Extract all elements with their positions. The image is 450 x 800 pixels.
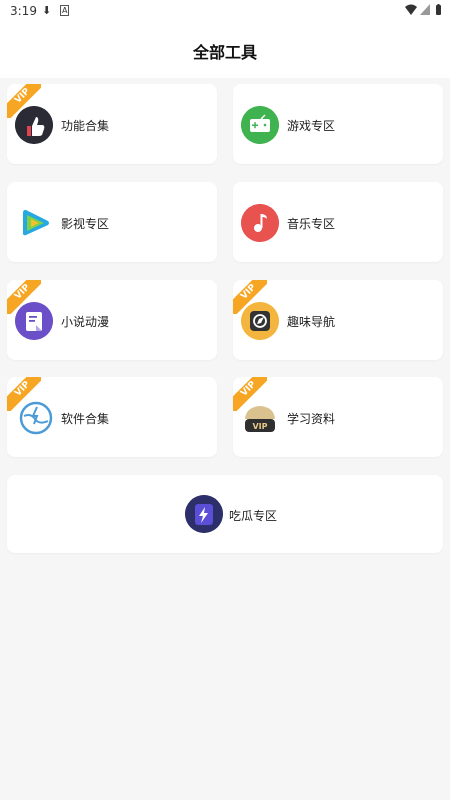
vip-icon-text: VIP (252, 422, 267, 431)
tile-software-collection[interactable]: VIP 软件合集 (7, 377, 217, 457)
vip-badge: VIP (233, 377, 267, 411)
tile-label: 学习资料 (287, 412, 336, 426)
tile-label: 趣味导航 (287, 315, 336, 329)
flash-photo-icon (185, 495, 223, 533)
tile-function-collection[interactable]: VIP 功能合集 (7, 84, 217, 164)
header: 全部工具 (0, 22, 450, 78)
video-play-icon (17, 204, 55, 242)
notification-a-icon: A (60, 5, 70, 16)
tile-gossip-zone[interactable]: 吃瓜专区 (7, 475, 443, 553)
battery-icon (435, 4, 442, 19)
tile-game-zone[interactable]: 游戏专区 (233, 84, 443, 164)
vip-badge: VIP (233, 280, 267, 314)
music-note-icon (241, 204, 279, 242)
tile-label: 吃瓜专区 (229, 509, 278, 523)
tile-label: 小说动漫 (61, 315, 110, 329)
tile-label: 软件合集 (61, 412, 110, 426)
tile-label: 功能合集 (61, 119, 110, 133)
status-bar: 3:19 ⬇ A (0, 0, 450, 22)
tile-novel-anime[interactable]: VIP 小说动漫 (7, 280, 217, 360)
vip-badge: VIP (7, 377, 41, 411)
tile-label: 音乐专区 (287, 217, 336, 231)
tile-music-zone[interactable]: 音乐专区 (233, 182, 443, 262)
gamepad-icon (241, 106, 279, 144)
page-title: 全部工具 (192, 43, 257, 62)
wifi-icon (405, 4, 417, 18)
tile-fun-navigation[interactable]: VIP 趣味导航 (233, 280, 443, 360)
tile-video-zone[interactable]: 影视专区 (7, 182, 217, 262)
tile-label: 影视专区 (61, 217, 110, 231)
signal-icon (420, 4, 430, 18)
tile-label: 游戏专区 (287, 119, 336, 133)
tile-study-materials[interactable]: VIP VIP 学习资料 (233, 377, 443, 457)
vip-badge: VIP (7, 84, 41, 118)
vip-badge: VIP (7, 280, 41, 314)
status-time: 3:19 (10, 4, 37, 18)
download-icon: ⬇ (42, 4, 52, 17)
